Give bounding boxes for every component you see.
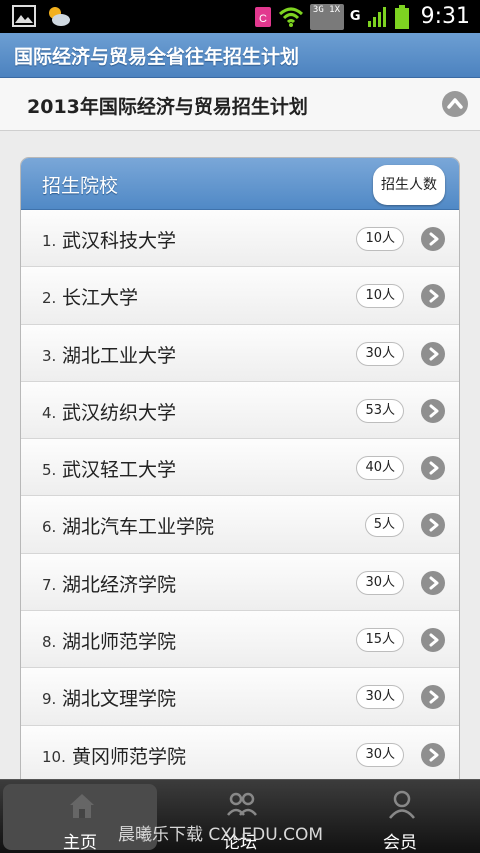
list-item-count-badge: 30人 [356,742,404,767]
list-item-arrow[interactable] [421,628,445,653]
list-item-number: 10. [42,747,66,766]
status-bar: C 3G 1X G 9:31 [0,0,480,33]
list-header-count-badge: 招生人数 [373,165,445,205]
collapsible-title: 2013年国际经济与贸易招生计划 [27,96,308,118]
list-item[interactable]: 2. 长江大学 10人 [21,267,459,325]
list-item-arrow[interactable] [421,341,445,366]
list-item-count-badge: 30人 [356,685,404,710]
list-item[interactable]: 9. 湖北文理学院 30人 [21,668,459,726]
chevron-right-icon [429,232,439,246]
nav-member-button[interactable]: 会员 [323,784,477,853]
svg-text:C: C [259,13,267,25]
chevron-right-icon [429,748,439,762]
picture-icon [12,5,36,27]
list-items: 1. 武汉科技大学 10人 2. 长江大学 10人 3. 湖北工业大学 30人 4. 武汉纺织大学 5… [21,210,459,783]
list-item[interactable]: 10. 黄冈师范学院 30人 [21,725,459,783]
chevron-right-icon [429,518,439,532]
page-title: 国际经济与贸易全省往年招生计划 [14,46,300,68]
list-item-school-name: 湖北师范学院 [62,631,177,654]
signal-icon [367,6,386,27]
list-item-arrow[interactable] [421,742,445,767]
list-item-number: 8. [42,633,57,652]
list-item-count-badge: 10人 [356,284,404,309]
list-item-count-badge: 10人 [356,227,404,251]
list-item[interactable]: 3. 湖北工业大学 30人 [21,324,459,382]
list-item-school-name: 湖北文理学院 [62,688,177,711]
app-header: 国际经济与贸易全省往年招生计划 [0,33,480,78]
list-item-number: 5. [42,461,57,480]
wifi-icon [278,7,303,27]
collapsible-header[interactable]: 2013年国际经济与贸易招生计划 [0,78,480,131]
list-item-school-name: 湖北经济学院 [62,573,177,596]
list-item-number: 7. [42,575,57,594]
list-item-number: 6. [42,518,57,537]
list-item-number: 1. [42,232,57,250]
list-item-count-badge: 30人 [356,341,404,366]
list-item-school-name: 湖北汽车工业学院 [62,516,215,539]
list-item-number: 2. [42,289,57,308]
carrier-letter: G [349,9,361,24]
list-item-count-badge: 40人 [356,456,404,481]
school-list: 招生院校 招生人数 1. 武汉科技大学 10人 2. 长江大学 10人 3. 湖北工业大学 30… [20,157,460,797]
list-header: 招生院校 招生人数 [21,158,459,210]
status-bar-left [12,4,72,28]
chevron-right-icon [429,690,439,704]
weather-icon [49,7,70,26]
watermark: 晨曦乐下载 CXLEDU.COM [118,825,323,845]
list-item-number: 9. [42,690,57,709]
chevron-right-icon [429,404,439,418]
list-item-arrow[interactable] [421,685,445,710]
list-item-arrow[interactable] [421,456,445,481]
list-item-arrow[interactable] [421,284,445,309]
list-item-school-name: 武汉科技大学 [62,230,177,252]
list-item-arrow[interactable] [421,513,445,538]
list-item-school-name: 黄冈师范学院 [72,745,187,768]
list-item-number: 3. [42,346,57,365]
list-item[interactable]: 6. 湖北汽车工业学院 5人 [21,496,459,554]
list-item-count-badge: 53人 [356,398,404,423]
chevron-right-icon [429,633,439,647]
notification-icon: C [254,6,271,27]
list-item-number: 4. [42,403,57,422]
collapse-button[interactable] [442,91,468,117]
list-item[interactable]: 7. 湖北经济学院 30人 [21,553,459,612]
list-item-count-badge: 15人 [356,628,404,653]
network-type-badge: 3G 1X [309,3,344,30]
chevron-right-icon [429,347,439,361]
list-item[interactable]: 4. 武汉纺织大学 53人 [21,381,459,440]
status-time: 9:31 [420,4,470,29]
chevron-right-icon [429,576,439,590]
list-item-arrow[interactable] [421,227,445,251]
status-bar-right: C 3G 1X G 9:31 [254,2,470,31]
nav-member-label: 会员 [383,833,417,853]
battery-icon [394,4,409,29]
list-item-arrow[interactable] [421,570,445,595]
forum-icon [227,792,257,816]
list-item[interactable]: 5. 武汉轻工大学 40人 [21,439,459,497]
chevron-up-icon [447,98,463,109]
list-item-count-badge: 30人 [356,570,404,595]
list-item-school-name: 武汉轻工大学 [62,459,177,482]
member-icon [389,790,415,819]
list-header-title: 招生院校 [42,175,119,197]
chevron-right-icon [429,461,439,475]
list-item-school-name: 武汉纺织大学 [62,401,177,424]
list-item-count-badge: 5人 [364,513,404,538]
home-icon [70,794,94,818]
chevron-right-icon [429,289,439,303]
list-item-school-name: 长江大学 [62,287,139,310]
list-item-school-name: 湖北工业大学 [62,344,177,367]
list-item[interactable]: 1. 武汉科技大学 10人 [21,210,459,268]
list-item-arrow[interactable] [421,398,445,423]
list-item[interactable]: 8. 湖北师范学院 15人 [21,611,459,669]
